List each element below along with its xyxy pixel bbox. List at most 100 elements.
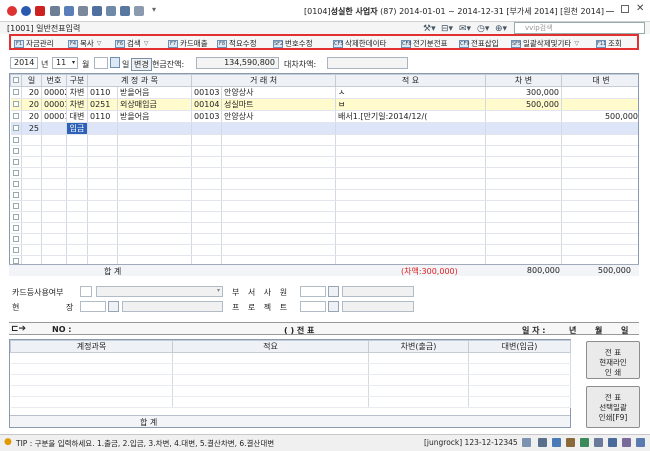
year-field[interactable]: 2014 bbox=[10, 57, 38, 69]
receipt-field[interactable] bbox=[80, 301, 106, 312]
history-icon[interactable]: ◷▾ bbox=[477, 24, 489, 34]
cell-cust_code[interactable] bbox=[191, 122, 223, 135]
cell-type[interactable]: 입금 bbox=[66, 122, 88, 135]
row-checkbox[interactable] bbox=[12, 235, 19, 242]
cell-cust[interactable] bbox=[221, 189, 337, 201]
cell-memo[interactable] bbox=[335, 233, 487, 245]
row-checkbox[interactable] bbox=[12, 246, 19, 253]
project-field[interactable] bbox=[300, 301, 326, 312]
cell-no[interactable]: 00001 bbox=[41, 98, 67, 111]
cell-no[interactable] bbox=[41, 145, 67, 157]
cell-cust[interactable] bbox=[221, 178, 337, 190]
cell-day[interactable] bbox=[21, 156, 42, 168]
cell-day[interactable]: 20 bbox=[21, 110, 42, 123]
cell-acct[interactable] bbox=[117, 145, 193, 157]
cell-acct[interactable] bbox=[117, 122, 193, 135]
table-row[interactable] bbox=[10, 233, 638, 245]
toolbar-button-4[interactable]: F8 적요수정 bbox=[217, 38, 257, 49]
row-checkbox[interactable] bbox=[12, 101, 19, 107]
card-usage-checkbox[interactable] bbox=[80, 286, 92, 297]
cell-no[interactable] bbox=[41, 222, 67, 234]
cell-credit[interactable] bbox=[561, 189, 638, 201]
table-row[interactable] bbox=[10, 189, 638, 201]
cell-acct_code[interactable] bbox=[87, 233, 118, 245]
print-icon[interactable] bbox=[50, 6, 60, 16]
row-checkbox[interactable] bbox=[12, 213, 19, 220]
cell-debit[interactable] bbox=[485, 145, 563, 157]
cell-cust_code[interactable] bbox=[191, 156, 223, 168]
delete-icon[interactable] bbox=[106, 6, 116, 16]
cell-acct_code[interactable] bbox=[87, 134, 118, 146]
header-check[interactable] bbox=[10, 74, 22, 87]
more-icon[interactable]: ▾ bbox=[152, 5, 156, 14]
cell-memo[interactable] bbox=[335, 145, 487, 157]
dropdown-icon[interactable]: ▽ bbox=[97, 40, 102, 47]
receipt-lookup-icon[interactable] bbox=[108, 301, 119, 312]
cell-day[interactable]: 25 bbox=[21, 122, 42, 135]
cell-no[interactable] bbox=[41, 156, 67, 168]
cell-credit[interactable] bbox=[561, 244, 638, 256]
table-row[interactable]: 2000001대변0110받을어음00103안양상사배서1.[만기일:2014/… bbox=[10, 110, 638, 123]
cell-memo[interactable] bbox=[335, 189, 487, 201]
cell-no[interactable] bbox=[41, 200, 67, 212]
table-row[interactable] bbox=[10, 134, 638, 146]
cell-acct[interactable] bbox=[117, 134, 193, 146]
cell-day[interactable] bbox=[21, 200, 42, 212]
cell-debit[interactable] bbox=[485, 244, 563, 256]
cell-credit[interactable] bbox=[561, 98, 638, 111]
cell-day[interactable]: 20 bbox=[21, 98, 42, 111]
row-checkbox[interactable] bbox=[12, 136, 19, 143]
day-field[interactable] bbox=[94, 57, 108, 69]
cell-no[interactable] bbox=[41, 244, 67, 256]
cell-credit[interactable] bbox=[561, 211, 638, 223]
cell-cust[interactable] bbox=[221, 233, 337, 245]
cell-cust_code[interactable] bbox=[191, 145, 223, 157]
cell-acct[interactable] bbox=[117, 211, 193, 223]
calendar-icon[interactable] bbox=[64, 6, 74, 16]
print-selected-batch-button[interactable]: 전 표 선택일괄 인쇄[F9] bbox=[586, 386, 640, 428]
cell-acct_code[interactable] bbox=[87, 156, 118, 168]
toolbar-button-7[interactable]: CF8 전기분전표 bbox=[401, 38, 448, 49]
chart-icon[interactable] bbox=[594, 438, 603, 447]
toolbar-button-3[interactable]: F7 카드매출 bbox=[168, 38, 208, 49]
cell-day[interactable] bbox=[21, 145, 42, 157]
cell-day[interactable] bbox=[21, 233, 42, 245]
table-row[interactable] bbox=[10, 200, 638, 212]
table-row[interactable] bbox=[10, 178, 638, 190]
maximize-icon[interactable] bbox=[621, 5, 629, 13]
month-select[interactable]: 11 ▾ bbox=[52, 57, 78, 69]
cell-acct_code[interactable]: 0251 bbox=[87, 98, 118, 111]
cell-acct[interactable]: 받을어음 bbox=[117, 86, 193, 99]
cell-acct_code[interactable] bbox=[87, 167, 118, 179]
table-row[interactable] bbox=[10, 145, 638, 157]
cell-memo[interactable] bbox=[335, 200, 487, 212]
table-row[interactable]: 25 입금 bbox=[10, 122, 638, 135]
cell-acct_code[interactable]: 0110 bbox=[87, 110, 118, 123]
settings-icon[interactable] bbox=[636, 438, 645, 447]
cell-type[interactable] bbox=[66, 145, 88, 157]
cell-credit[interactable]: 500,000 bbox=[561, 110, 638, 123]
cell-no[interactable] bbox=[41, 134, 67, 146]
table-row[interactable] bbox=[10, 156, 638, 168]
cell-debit[interactable]: 500,000 bbox=[485, 98, 563, 111]
cell-cust_code[interactable] bbox=[191, 167, 223, 179]
cell-cust_code[interactable]: 00103 bbox=[191, 110, 223, 123]
cell-credit[interactable] bbox=[561, 122, 638, 135]
cell-memo[interactable] bbox=[335, 156, 487, 168]
cell-type[interactable] bbox=[66, 134, 88, 146]
cell-type[interactable] bbox=[66, 200, 88, 212]
cell-debit[interactable] bbox=[485, 110, 563, 123]
toolbar-button-8[interactable]: CF9 전표삽입 bbox=[459, 38, 499, 49]
toolbar-button-2[interactable]: F6 검색 ▽ bbox=[115, 38, 148, 49]
cell-credit[interactable] bbox=[561, 167, 638, 179]
cell-acct_code[interactable] bbox=[87, 189, 118, 201]
find-icon[interactable] bbox=[120, 6, 130, 16]
cell-cust[interactable]: 안양상사 bbox=[221, 86, 337, 99]
toolbar-button-10[interactable]: F11 조회 bbox=[596, 38, 622, 49]
row-checkbox[interactable] bbox=[12, 191, 19, 198]
cell-memo[interactable] bbox=[335, 244, 487, 256]
cell-credit[interactable] bbox=[561, 222, 638, 234]
dropdown-icon[interactable]: ▽ bbox=[144, 40, 149, 47]
row-checkbox[interactable] bbox=[12, 169, 19, 176]
camera-icon[interactable] bbox=[538, 438, 547, 447]
